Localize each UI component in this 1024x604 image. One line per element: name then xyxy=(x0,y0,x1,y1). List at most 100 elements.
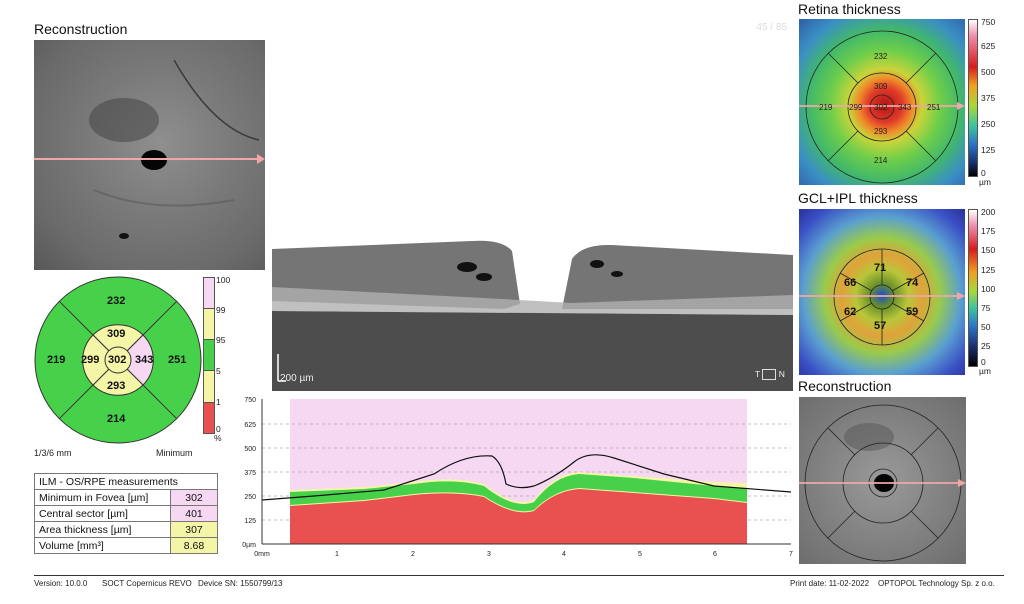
etdrs-caption-grid: 1/3/6 mm xyxy=(34,448,72,458)
row-value: 401 xyxy=(170,505,218,522)
reconstruction-image-left xyxy=(34,40,265,270)
etdrs-caption-mode: Minimum xyxy=(156,448,193,458)
table-row: Area thickness [µm] 307 xyxy=(34,521,218,538)
gcl-ipl-thickness-map[interactable]: 71 66 74 62 57 59 xyxy=(799,209,965,375)
gcl-scale-25: 25 xyxy=(981,341,991,351)
percentile-tick-100: 100 xyxy=(216,275,231,285)
percentile-tick-99: 99 xyxy=(216,305,226,315)
retina-scale-625: 625 xyxy=(981,41,996,51)
retina-center: 302 xyxy=(874,103,888,112)
retina-scale-750: 750 xyxy=(981,17,996,27)
bscan-image[interactable]: 45 / 85 200 µm T N xyxy=(272,19,793,391)
gcl-scale-150: 150 xyxy=(981,245,996,255)
table-row: Volume [mm³] 8.68 xyxy=(34,537,218,554)
row-value: 8.68 xyxy=(170,537,218,554)
gcl-color-scale xyxy=(968,209,978,367)
gcl-inf-temp: 62 xyxy=(844,306,857,318)
retina-scale-unit: µm xyxy=(979,177,991,187)
x-tick-1: 1 xyxy=(335,551,339,558)
row-label: Volume [mm³] xyxy=(34,537,171,554)
x-tick-6: 6 xyxy=(713,551,717,558)
footer-print-date: Print date: 11-02-2022 xyxy=(790,579,870,588)
retina-scale-375: 375 xyxy=(981,93,996,103)
x-tick-5: 5 xyxy=(638,551,642,558)
gcl-ipl-title: GCL+IPL thickness xyxy=(798,190,918,206)
retina-outer-inf: 214 xyxy=(874,156,888,165)
bscan-counter: 45 / 85 xyxy=(756,22,787,33)
row-label: Central sector [µm] xyxy=(34,505,171,522)
retina-inner-nasal: 343 xyxy=(898,103,912,112)
y-tick-375: 375 xyxy=(244,470,256,477)
x-tick-4: 4 xyxy=(562,551,566,558)
y-tick-250: 250 xyxy=(244,494,256,501)
percentile-tick-95: 95 xyxy=(216,335,226,345)
gcl-scale-unit: µm xyxy=(979,366,991,376)
table-row: Central sector [µm] 401 xyxy=(34,505,218,522)
percentile-tick-5: 5 xyxy=(216,366,221,376)
etdrs-temporal-inner: 299 xyxy=(81,354,100,366)
retina-outer-sup: 232 xyxy=(874,52,888,61)
measurements-table-header: ILM - OS/RPE measurements xyxy=(34,473,218,490)
gcl-scale-175: 175 xyxy=(981,226,996,236)
etdrs-inferior-inner: 293 xyxy=(107,380,126,392)
retina-thickness-map[interactable]: 232 309 219 299 302 343 251 293 214 xyxy=(799,19,965,185)
x-tick-2: 2 xyxy=(411,551,415,558)
measurements-table: ILM - OS/RPE measurements Minimum in Fov… xyxy=(34,473,218,554)
retina-scale-125: 125 xyxy=(981,145,996,155)
percentile-unit: % xyxy=(214,433,222,443)
scale-bar-label: 200 µm xyxy=(280,373,314,384)
retina-inner-temp: 299 xyxy=(849,103,863,112)
gcl-scale-50: 50 xyxy=(981,322,991,332)
gcl-sup-nasal: 74 xyxy=(906,277,919,289)
orientation-arrow-icon xyxy=(762,369,777,381)
etdrs-superior-outer: 232 xyxy=(107,295,126,307)
orientation-t: T xyxy=(755,369,761,379)
percentile-tick-1: 1 xyxy=(216,397,221,407)
gcl-sup-temp: 66 xyxy=(844,277,857,289)
y-tick-625: 625 xyxy=(244,422,256,429)
footer-version: Version: 10.0.0 xyxy=(34,579,88,588)
gcl-scale-200: 200 xyxy=(981,207,996,217)
retina-inner-sup: 309 xyxy=(874,82,888,91)
y-tick-750: 750 xyxy=(244,397,256,404)
y-tick-125: 125 xyxy=(244,518,256,525)
table-row: Minimum in Fovea [µm] 302 xyxy=(34,489,218,506)
orientation-n: N xyxy=(778,369,785,379)
etdrs-inferior-outer: 214 xyxy=(107,413,126,425)
x-tick-0: 0mm xyxy=(254,551,270,558)
gcl-scale-75: 75 xyxy=(981,303,991,313)
reconstruction-image-right[interactable] xyxy=(799,397,966,564)
gcl-inf: 57 xyxy=(874,320,887,332)
footer-divider xyxy=(34,575,1004,576)
etdrs-superior-inner: 309 xyxy=(107,328,126,340)
x-tick-7: 7 xyxy=(789,551,793,558)
x-tick-3: 3 xyxy=(487,551,491,558)
row-value: 302 xyxy=(170,489,218,506)
reconstruction-title-left: Reconstruction xyxy=(34,21,128,37)
gcl-scale-100: 100 xyxy=(981,284,996,294)
y-tick-500: 500 xyxy=(244,446,256,453)
retina-outer-temp: 219 xyxy=(819,103,833,112)
gcl-sup: 71 xyxy=(874,262,887,274)
retina-inner-inf: 293 xyxy=(874,127,888,136)
footer-serial: Device SN: 1550799/13 xyxy=(198,579,283,588)
gcl-scale-125: 125 xyxy=(981,265,996,275)
row-label: Minimum in Fovea [µm] xyxy=(34,489,171,506)
retina-outer-nasal: 251 xyxy=(927,103,941,112)
orientation-indicator: T N xyxy=(755,369,785,381)
percentile-scale xyxy=(203,277,215,434)
thickness-profile-chart: 750 625 500 375 250 125 0µm 0mm 1 2 3 4 … xyxy=(242,397,793,558)
etdrs-nasal-outer: 251 xyxy=(168,354,187,366)
retina-scale-250: 250 xyxy=(981,119,996,129)
y-tick-0: 0µm xyxy=(242,542,256,549)
row-label: Area thickness [µm] xyxy=(34,521,171,538)
reconstruction-title-right: Reconstruction xyxy=(798,378,892,394)
gcl-inf-nasal: 59 xyxy=(906,306,919,318)
retina-thickness-title: Retina thickness xyxy=(798,1,901,17)
footer-company: OPTOPOL Technology Sp. z o.o. xyxy=(878,579,995,588)
retina-color-scale xyxy=(968,19,978,177)
etdrs-nasal-inner: 343 xyxy=(135,354,154,366)
retina-scale-500: 500 xyxy=(981,67,996,77)
row-value: 307 xyxy=(170,521,218,538)
etdrs-center: 302 xyxy=(108,354,127,366)
